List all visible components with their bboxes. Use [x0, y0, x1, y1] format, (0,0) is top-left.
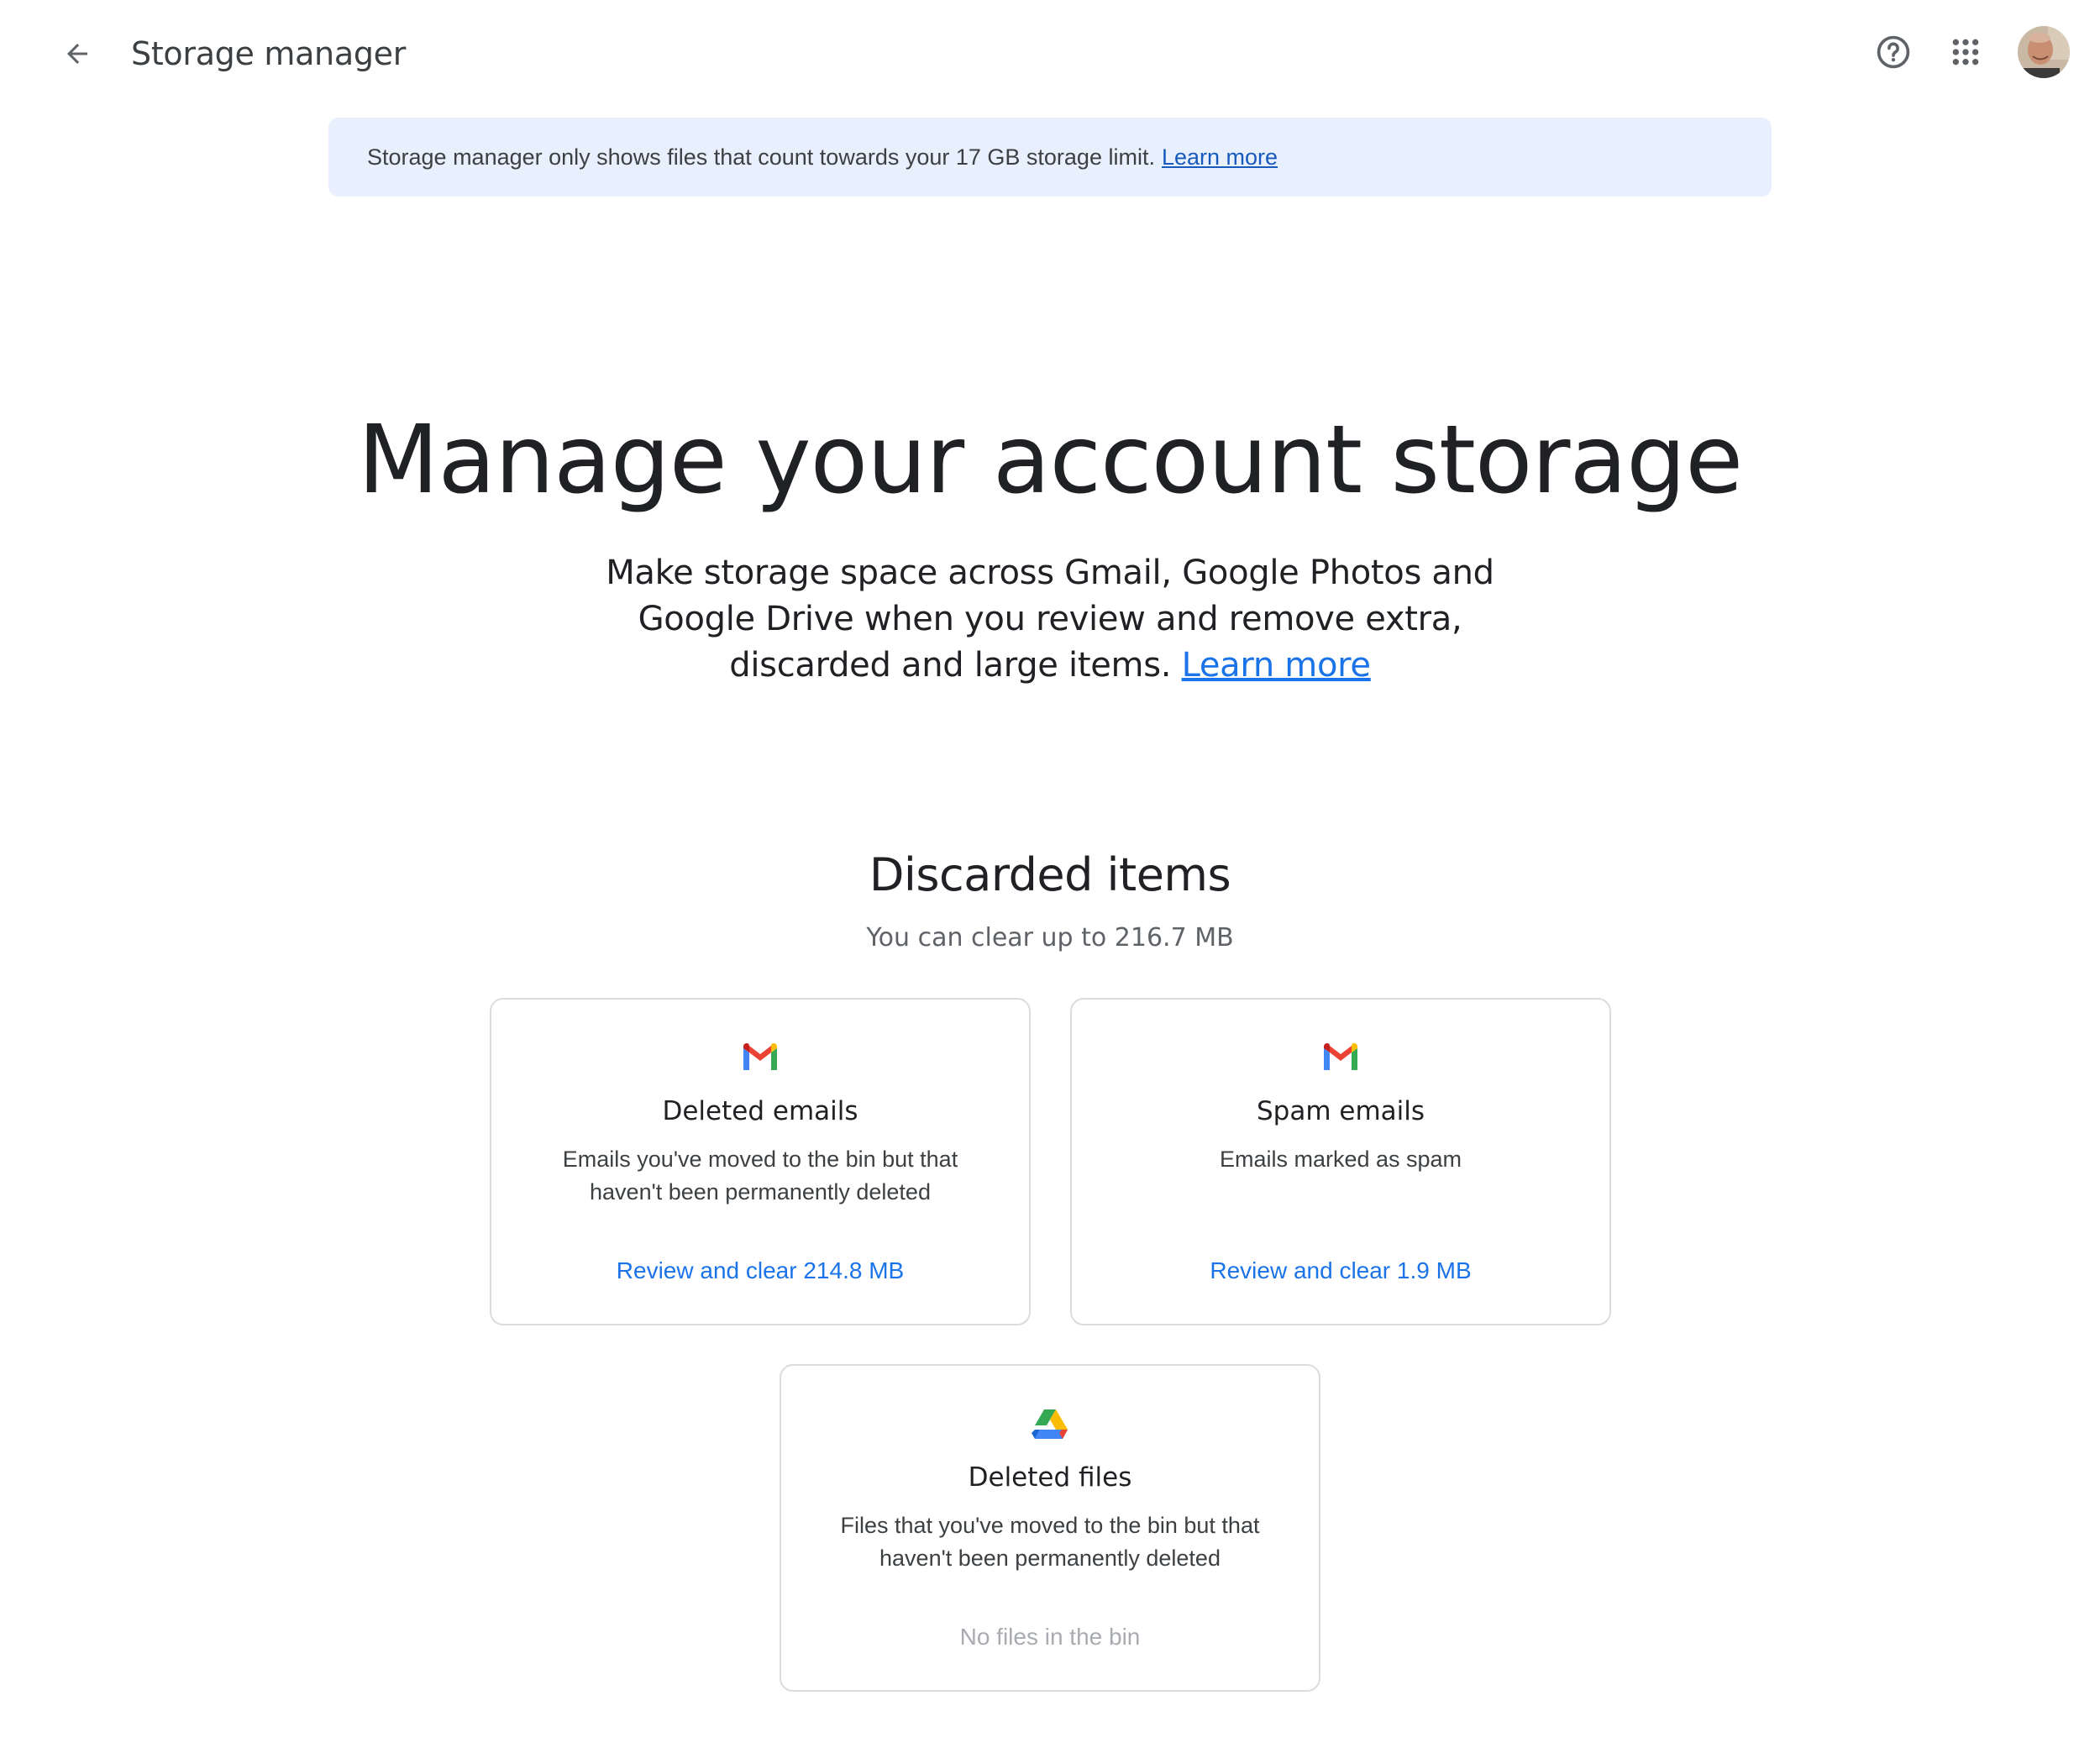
card-title: Spam emails	[1256, 1096, 1425, 1126]
back-button[interactable]	[50, 27, 104, 81]
arrow-back-icon	[67, 44, 87, 64]
top-app-bar: Storage manager	[0, 0, 2100, 108]
google-apps-button[interactable]	[1939, 25, 1992, 79]
hero-title: Manage your account storage	[357, 406, 1743, 515]
user-avatar-image	[2018, 26, 2070, 78]
no-files-status: No files in the bin	[959, 1624, 1141, 1650]
card-title: Deleted emails	[662, 1096, 858, 1126]
gmail-icon	[1324, 1043, 1357, 1070]
help-circle-icon	[1877, 35, 1910, 69]
account-avatar[interactable]	[2018, 26, 2070, 78]
spam-emails-card[interactable]: Spam emails Emails marked as spam Review…	[1070, 998, 1611, 1325]
card-description: Files that you've moved to the bin but t…	[840, 1513, 1260, 1571]
info-banner: Storage manager only shows files that co…	[328, 118, 1772, 197]
review-and-clear-button[interactable]: Review and clear 214.8 MB	[491, 1254, 1029, 1288]
review-and-clear-button[interactable]: Review and clear 1.9 MB	[1072, 1254, 1609, 1288]
card-description: Emails you've moved to the bin but that …	[562, 1147, 958, 1205]
deleted-files-card: Deleted files Files that you've moved to…	[780, 1364, 1320, 1692]
help-button[interactable]	[1866, 25, 1920, 79]
card-icon-wrap	[491, 1042, 1029, 1077]
card-description: Emails marked as spam	[1219, 1147, 1462, 1172]
google-drive-icon	[1032, 1409, 1068, 1439]
apps-grid-icon	[1952, 39, 1979, 66]
discarded-items-heading: Discarded items	[869, 848, 1231, 901]
gmail-icon	[743, 1043, 777, 1070]
card-icon-wrap	[781, 1408, 1319, 1443]
page-title: Storage manager	[131, 35, 407, 72]
card-title: Deleted files	[968, 1462, 1132, 1493]
card-icon-wrap	[1072, 1042, 1609, 1077]
deleted-emails-card[interactable]: Deleted emails Emails you've moved to th…	[490, 998, 1031, 1325]
hero-learn-more-link[interactable]: Learn more	[1182, 646, 1371, 685]
discarded-items-summary: You can clear up to 216.7 MB	[866, 923, 1234, 953]
banner-learn-more-link[interactable]: Learn more	[1162, 144, 1278, 171]
hero-subtitle: Make storage space across Gmail, Google …	[588, 550, 1512, 689]
banner-text: Storage manager only shows files that co…	[367, 144, 1155, 170]
